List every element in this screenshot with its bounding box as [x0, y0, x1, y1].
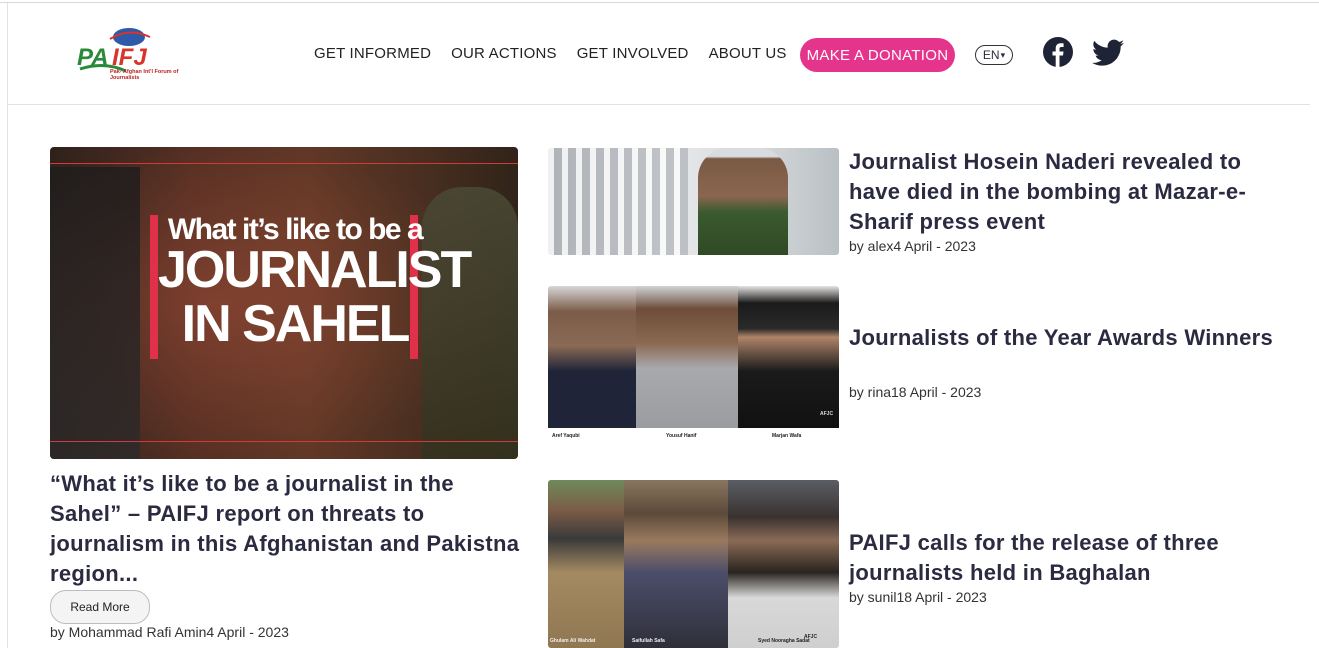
nav-get-informed[interactable]: GET INFORMED [314, 45, 431, 62]
caption-3: Marjan Wafa [772, 433, 802, 439]
bridge-arches [548, 148, 688, 255]
image-rule-top [50, 163, 518, 164]
nav-about-us[interactable]: ABOUT US [709, 45, 787, 62]
portrait-2 [636, 286, 738, 428]
portrait-2 [624, 480, 728, 648]
soldier-silhouette [422, 187, 518, 459]
portrait-1 [548, 286, 636, 428]
portrait-3 [738, 286, 839, 428]
facebook-icon[interactable] [1043, 37, 1073, 67]
watermark: AFJC [804, 634, 818, 640]
article-title[interactable]: Journalists of the Year Awards Winners [849, 323, 1289, 353]
article-thumbnail[interactable]: Ghulam Ali Wahdat Saifullah Safa Syed No… [548, 480, 839, 648]
featured-article-image[interactable]: What it’s like to be a JOURNALIST IN SAH… [50, 147, 518, 459]
read-more-button[interactable]: Read More [50, 590, 150, 624]
featured-article-title[interactable]: “What it’s like to be a journalist in th… [50, 469, 520, 589]
language-value: EN [982, 48, 1000, 62]
article-title[interactable]: Journalist Hosein Naderi revealed to hav… [849, 147, 1289, 237]
portrait-person [698, 148, 788, 255]
camera-silhouette [50, 167, 140, 459]
nav-get-involved[interactable]: GET INVOLVED [577, 45, 689, 62]
article-byline: by sunil18 April - 2023 [849, 589, 987, 605]
image-headline-line-2: IN SAHEL [181, 295, 411, 353]
main-nav: GET INFORMED OUR ACTIONS GET INVOLVED AB… [314, 45, 807, 62]
caption-2: Saifullah Safa [632, 638, 665, 644]
nav-our-actions[interactable]: OUR ACTIONS [451, 45, 557, 62]
caption-1: Aref Yaqubi [552, 433, 580, 439]
logo-tagline: Pak- Afghan Int'l Forum of Journalists [110, 69, 179, 81]
paifj-logo[interactable]: PA IFJ Pak- Afghan Int'l Forum of Journa… [74, 25, 184, 87]
chevron-down-icon: ▾ [1000, 49, 1006, 60]
make-donation-button[interactable]: MAKE A DONATION [800, 38, 955, 72]
image-headline-line-1: JOURNALIST [158, 241, 472, 299]
featured-byline: by Mohammad Rafi Amin4 April - 2023 [50, 624, 289, 640]
twitter-icon[interactable] [1092, 39, 1124, 67]
article-byline: by rina18 April - 2023 [849, 384, 982, 400]
article-title[interactable]: PAIFJ calls for the release of three jou… [849, 528, 1289, 588]
language-select[interactable]: EN ▾ [975, 45, 1013, 65]
image-accent-left [150, 215, 158, 359]
image-headline-large: JOURNALIST IN SAHEL [158, 241, 472, 353]
article-thumbnail[interactable]: Aref Yaqubi Yousuf Hanif Marjan Wafa AFJ… [548, 286, 839, 443]
svg-text:PA: PA [77, 44, 109, 71]
article-byline: by alex4 April - 2023 [849, 238, 976, 254]
site-header: PA IFJ Pak- Afghan Int'l Forum of Journa… [8, 3, 1310, 105]
watermark: AFJC [820, 411, 834, 417]
svg-text:IFJ: IFJ [112, 44, 147, 71]
caption-2: Yousuf Hanif [666, 433, 697, 439]
caption-1: Ghulam Ali Wahdat [550, 638, 596, 644]
image-rule-bottom [50, 441, 518, 442]
article-thumbnail[interactable] [548, 148, 839, 255]
caption-3: Syed Nooragha Sadat [758, 638, 810, 644]
portrait-1 [548, 480, 624, 648]
portrait-3 [728, 480, 839, 648]
